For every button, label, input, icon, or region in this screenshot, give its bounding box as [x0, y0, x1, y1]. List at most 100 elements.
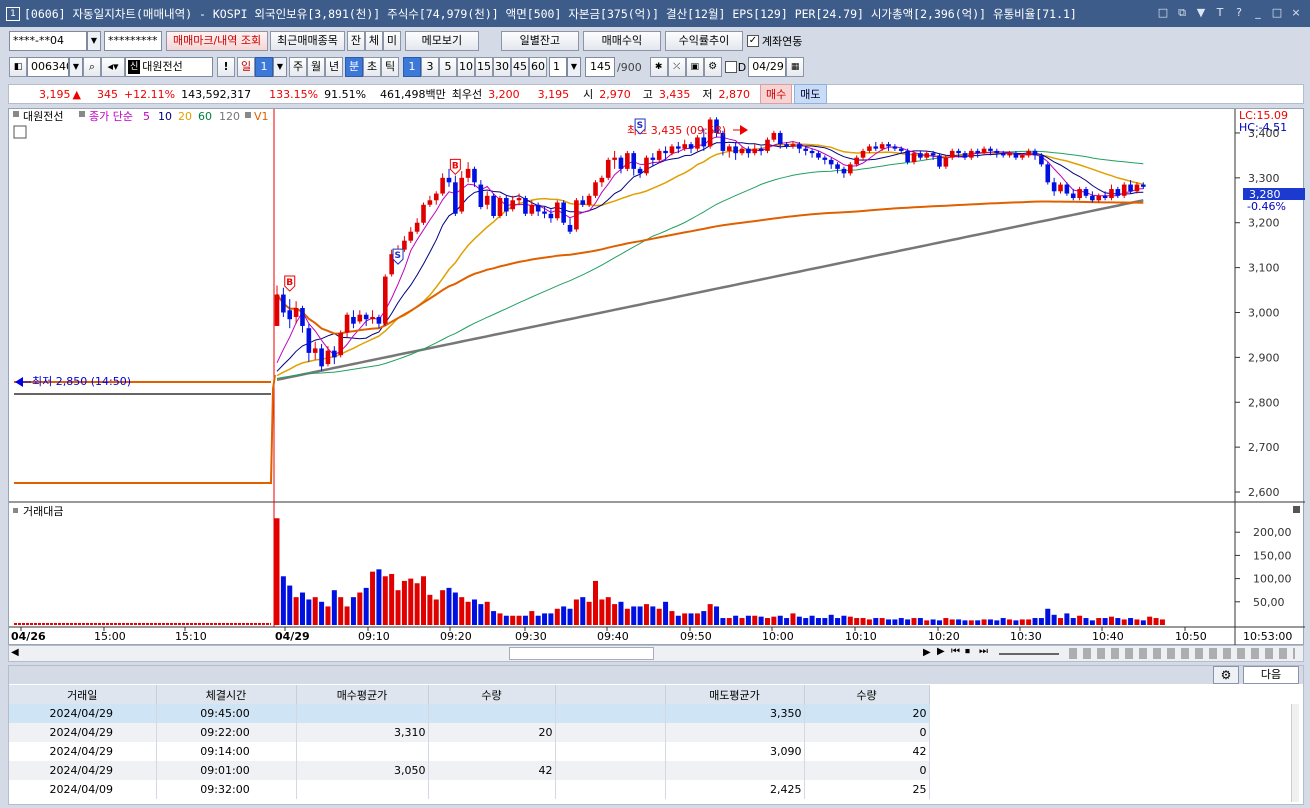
- trade-profit-button[interactable]: 매매수익: [582, 31, 661, 51]
- sell-button[interactable]: 매도: [794, 84, 827, 104]
- pin-icon[interactable]: ▼: [1193, 5, 1209, 21]
- period-minute-button[interactable]: 분: [345, 57, 363, 77]
- time-tick-label: 09:40: [597, 630, 629, 643]
- interval-45[interactable]: 45: [511, 57, 529, 77]
- close-icon[interactable]: ×: [1288, 5, 1304, 21]
- interval-30[interactable]: 30: [493, 57, 511, 77]
- interval-count-dropdown[interactable]: ▼: [567, 57, 581, 77]
- rewind-icon[interactable]: ⏮: [951, 646, 960, 657]
- candle-body: [676, 146, 681, 149]
- interval-60[interactable]: 60: [529, 57, 547, 77]
- candle-body: [1064, 184, 1070, 194]
- drawing-tools-icon[interactable]: [1069, 648, 1295, 659]
- interval-15[interactable]: 15: [475, 57, 493, 77]
- memo-button[interactable]: 메모보기: [404, 31, 479, 51]
- maximize-icon[interactable]: □: [1269, 5, 1285, 21]
- interval-5[interactable]: 5: [439, 57, 457, 77]
- date-checkbox[interactable]: [724, 61, 737, 73]
- period-second-button[interactable]: 초: [363, 57, 381, 77]
- period-day-button[interactable]: 일: [237, 57, 255, 77]
- table-cell: 09:32:00: [156, 780, 297, 799]
- candle-body: [414, 222, 420, 232]
- balance-button[interactable]: 잔: [346, 31, 365, 51]
- period-week-button[interactable]: 주: [289, 57, 307, 77]
- restore-icon[interactable]: ⧉: [1174, 5, 1190, 21]
- daily-balance-button[interactable]: 일별잔고: [500, 31, 579, 51]
- alert-button[interactable]: !: [217, 57, 235, 77]
- help-icon[interactable]: ?: [1231, 5, 1247, 21]
- bar-count-input[interactable]: 145: [585, 57, 615, 77]
- draw-tool-icon[interactable]: ⤫: [667, 57, 686, 77]
- volume-bar: [733, 615, 739, 625]
- account-link-checkbox[interactable]: ✓: [746, 35, 759, 47]
- stock-name-field[interactable]: 신 대원전선: [125, 57, 213, 77]
- interval-1[interactable]: 1: [403, 57, 421, 77]
- scroll-right-icon[interactable]: ▶: [923, 647, 931, 658]
- password-input[interactable]: *********: [104, 31, 162, 51]
- period-month-button[interactable]: 월: [307, 57, 325, 77]
- next-button[interactable]: 다음: [1243, 666, 1299, 684]
- layout-icon[interactable]: □: [1155, 5, 1171, 21]
- filled-button[interactable]: 체: [364, 31, 383, 51]
- scroll-left-icon[interactable]: ◀: [11, 647, 19, 658]
- save-icon[interactable]: ▣: [685, 57, 704, 77]
- account-dropdown[interactable]: ▼: [87, 31, 101, 51]
- col-buy-avg[interactable]: 매수평균가: [296, 685, 429, 704]
- col-trade-date[interactable]: 거래일: [9, 685, 157, 704]
- interval-3[interactable]: 3: [421, 57, 439, 77]
- scroll-thumb[interactable]: [509, 647, 654, 660]
- period-year-button[interactable]: 년: [325, 57, 343, 77]
- table-row[interactable]: 2024/04/29 09:22:00 3,310 20 0: [9, 723, 930, 742]
- table-row[interactable]: 2024/04/29 09:01:00 3,050 42 0: [9, 761, 930, 780]
- col-empty[interactable]: [555, 685, 666, 704]
- recent-trades-button[interactable]: 최근매매종목: [270, 31, 345, 51]
- pane-close-icon[interactable]: [1293, 506, 1300, 513]
- search-icon[interactable]: ⌕: [83, 57, 101, 77]
- col-exec-time[interactable]: 체결시간: [156, 685, 297, 704]
- stop-icon[interactable]: ⏹: [965, 646, 970, 657]
- table-row[interactable]: 2024/04/29 09:45:00 3,350 20: [9, 704, 930, 723]
- indicator-icon[interactable]: ✱: [649, 57, 668, 77]
- chart-scrollbar[interactable]: ◀ ▶ ▶ ⏮ ⏹ ⏭: [8, 645, 1304, 662]
- forward-icon[interactable]: ⏭: [979, 646, 988, 657]
- volume-bar: [784, 618, 790, 625]
- candle-body: [344, 314, 350, 333]
- stock-code-dropdown[interactable]: ▼: [69, 57, 83, 77]
- candle-body: [962, 153, 968, 158]
- code-search-icon[interactable]: ◧: [9, 57, 27, 77]
- col-buy-qty[interactable]: 수량: [428, 685, 556, 704]
- calendar-icon[interactable]: ▦: [786, 57, 805, 77]
- period-day-n[interactable]: 1: [255, 57, 273, 77]
- col-sell-avg[interactable]: 매도평균가: [665, 685, 805, 704]
- period-tick-button[interactable]: 틱: [381, 57, 399, 77]
- candle-body: [969, 150, 974, 158]
- candle-body: [765, 139, 770, 151]
- date-input[interactable]: 04/29: [748, 57, 787, 77]
- stock-code-input[interactable]: 006340: [27, 57, 69, 77]
- period-dropdown[interactable]: ▼: [273, 57, 287, 77]
- chart-area[interactable]: 대원전선 종가 단순 5 10 20 60 120 V1 LC:15.09 HC…: [8, 108, 1305, 646]
- window-controls: □ ⧉ ▼ T ? _ □ ×: [1155, 5, 1304, 21]
- unfilled-button[interactable]: 미: [382, 31, 401, 51]
- zoom-slider[interactable]: [999, 653, 1059, 655]
- interval-count-input[interactable]: 1: [549, 57, 567, 77]
- return-trend-button[interactable]: 수익률추이: [664, 31, 743, 51]
- table-toggle-icon[interactable]: [13, 125, 27, 139]
- trade-mark-query-button[interactable]: 매매마크/내역 조회: [166, 31, 269, 51]
- sound-icon[interactable]: ◂▾: [101, 57, 125, 77]
- volume-bar: [771, 616, 777, 625]
- interval-10[interactable]: 10: [457, 57, 475, 77]
- settings-icon[interactable]: ⚙: [703, 57, 722, 77]
- table-cell: 2024/04/29: [9, 761, 157, 780]
- col-sell-qty[interactable]: 수량: [804, 685, 930, 704]
- table-scrollbar[interactable]: [1291, 704, 1299, 802]
- minimize-icon[interactable]: _: [1250, 5, 1266, 21]
- font-icon[interactable]: T: [1212, 5, 1228, 21]
- chart-toolbar: ◧ 006340 ▼ ⌕ ◂▾ 신 대원전선 ! 일 1 ▼ 주 월 년 분 초…: [0, 56, 1310, 78]
- account-input[interactable]: ****-**04: [9, 31, 87, 51]
- buy-button[interactable]: 매수: [760, 84, 793, 104]
- table-row[interactable]: 2024/04/29 09:14:00 3,090 42: [9, 742, 930, 761]
- gear-icon[interactable]: ⚙: [1213, 666, 1239, 684]
- play-icon[interactable]: ▶: [937, 646, 945, 657]
- table-row[interactable]: 2024/04/09 09:32:00 2,425 25: [9, 780, 930, 799]
